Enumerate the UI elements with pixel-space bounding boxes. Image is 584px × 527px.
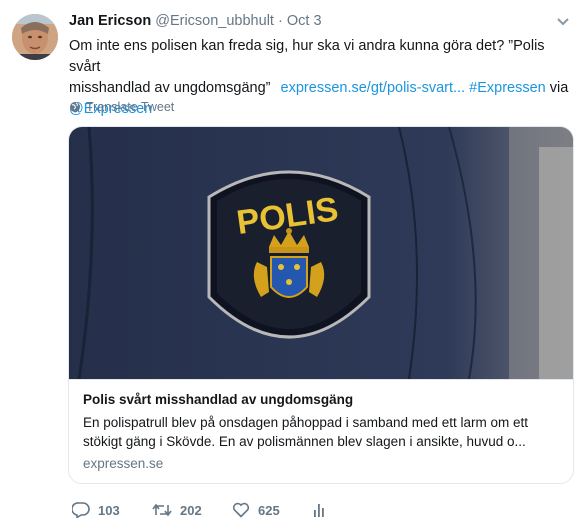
tweet-text-line2: misshandlad av ungdomsgäng” expressen.se… xyxy=(69,78,569,99)
tweet-date[interactable]: Oct 3 xyxy=(287,13,322,29)
tweet-header: Jan Ericson @Ericson_ubbhult · Oct 3 xyxy=(69,13,322,29)
card-description: En polispatrull blev på onsdagen påhoppa… xyxy=(83,413,561,451)
author-handle[interactable]: @Ericson_ubbhult xyxy=(155,13,274,29)
retweet-count: 202 xyxy=(180,502,202,518)
retweet-button[interactable]: 202 xyxy=(152,503,232,518)
hashtag-link[interactable]: #Expressen xyxy=(469,80,546,96)
author-name[interactable]: Jan Ericson xyxy=(69,13,151,29)
card-description-line2: stökigt gäng i Skövde. En av polismännen… xyxy=(83,434,526,449)
reply-count: 103 xyxy=(98,502,120,518)
reply-button[interactable]: 103 xyxy=(72,502,152,518)
translate-label: Translate Tweet xyxy=(86,100,175,114)
translate-tweet-button[interactable]: Translate Tweet xyxy=(69,100,174,114)
tweet[interactable]: Jan Ericson @Ericson_ubbhult · Oct 3 Om … xyxy=(0,0,584,527)
separator-dot: · xyxy=(277,13,283,29)
card-domain: expressen.se xyxy=(83,456,164,471)
tweet-text-quote: misshandlad av ungdomsgäng” xyxy=(69,80,271,96)
via-text: via xyxy=(549,80,569,96)
avatar[interactable] xyxy=(12,14,58,60)
heart-icon xyxy=(232,502,250,518)
chevron-down-icon[interactable] xyxy=(556,14,570,26)
reply-icon xyxy=(72,502,90,518)
link-card[interactable]: POLIS Polis svårt misshandlad av ungdoms… xyxy=(68,126,574,484)
avatar-image xyxy=(12,14,58,60)
card-title: Polis svårt misshandlad av ungdomsgäng xyxy=(83,392,354,407)
card-image: POLIS xyxy=(69,127,573,380)
analytics-button[interactable] xyxy=(312,502,326,518)
card-body: Polis svårt misshandlad av ungdomsgäng E… xyxy=(69,379,573,483)
tweet-text-line1: Om inte ens polisen kan freda sig, hur s… xyxy=(69,38,545,75)
like-button[interactable]: 625 xyxy=(232,502,312,518)
like-count: 625 xyxy=(258,502,280,518)
card-description-line1: En polispatrull blev på onsdagen påhoppa… xyxy=(83,415,529,430)
globe-icon xyxy=(70,102,80,112)
tweet-actions: 103 202 625 xyxy=(72,502,326,518)
article-link[interactable]: expressen.se/gt/polis-svart... xyxy=(281,80,466,96)
analytics-icon xyxy=(314,504,324,517)
retweet-icon xyxy=(152,503,172,517)
